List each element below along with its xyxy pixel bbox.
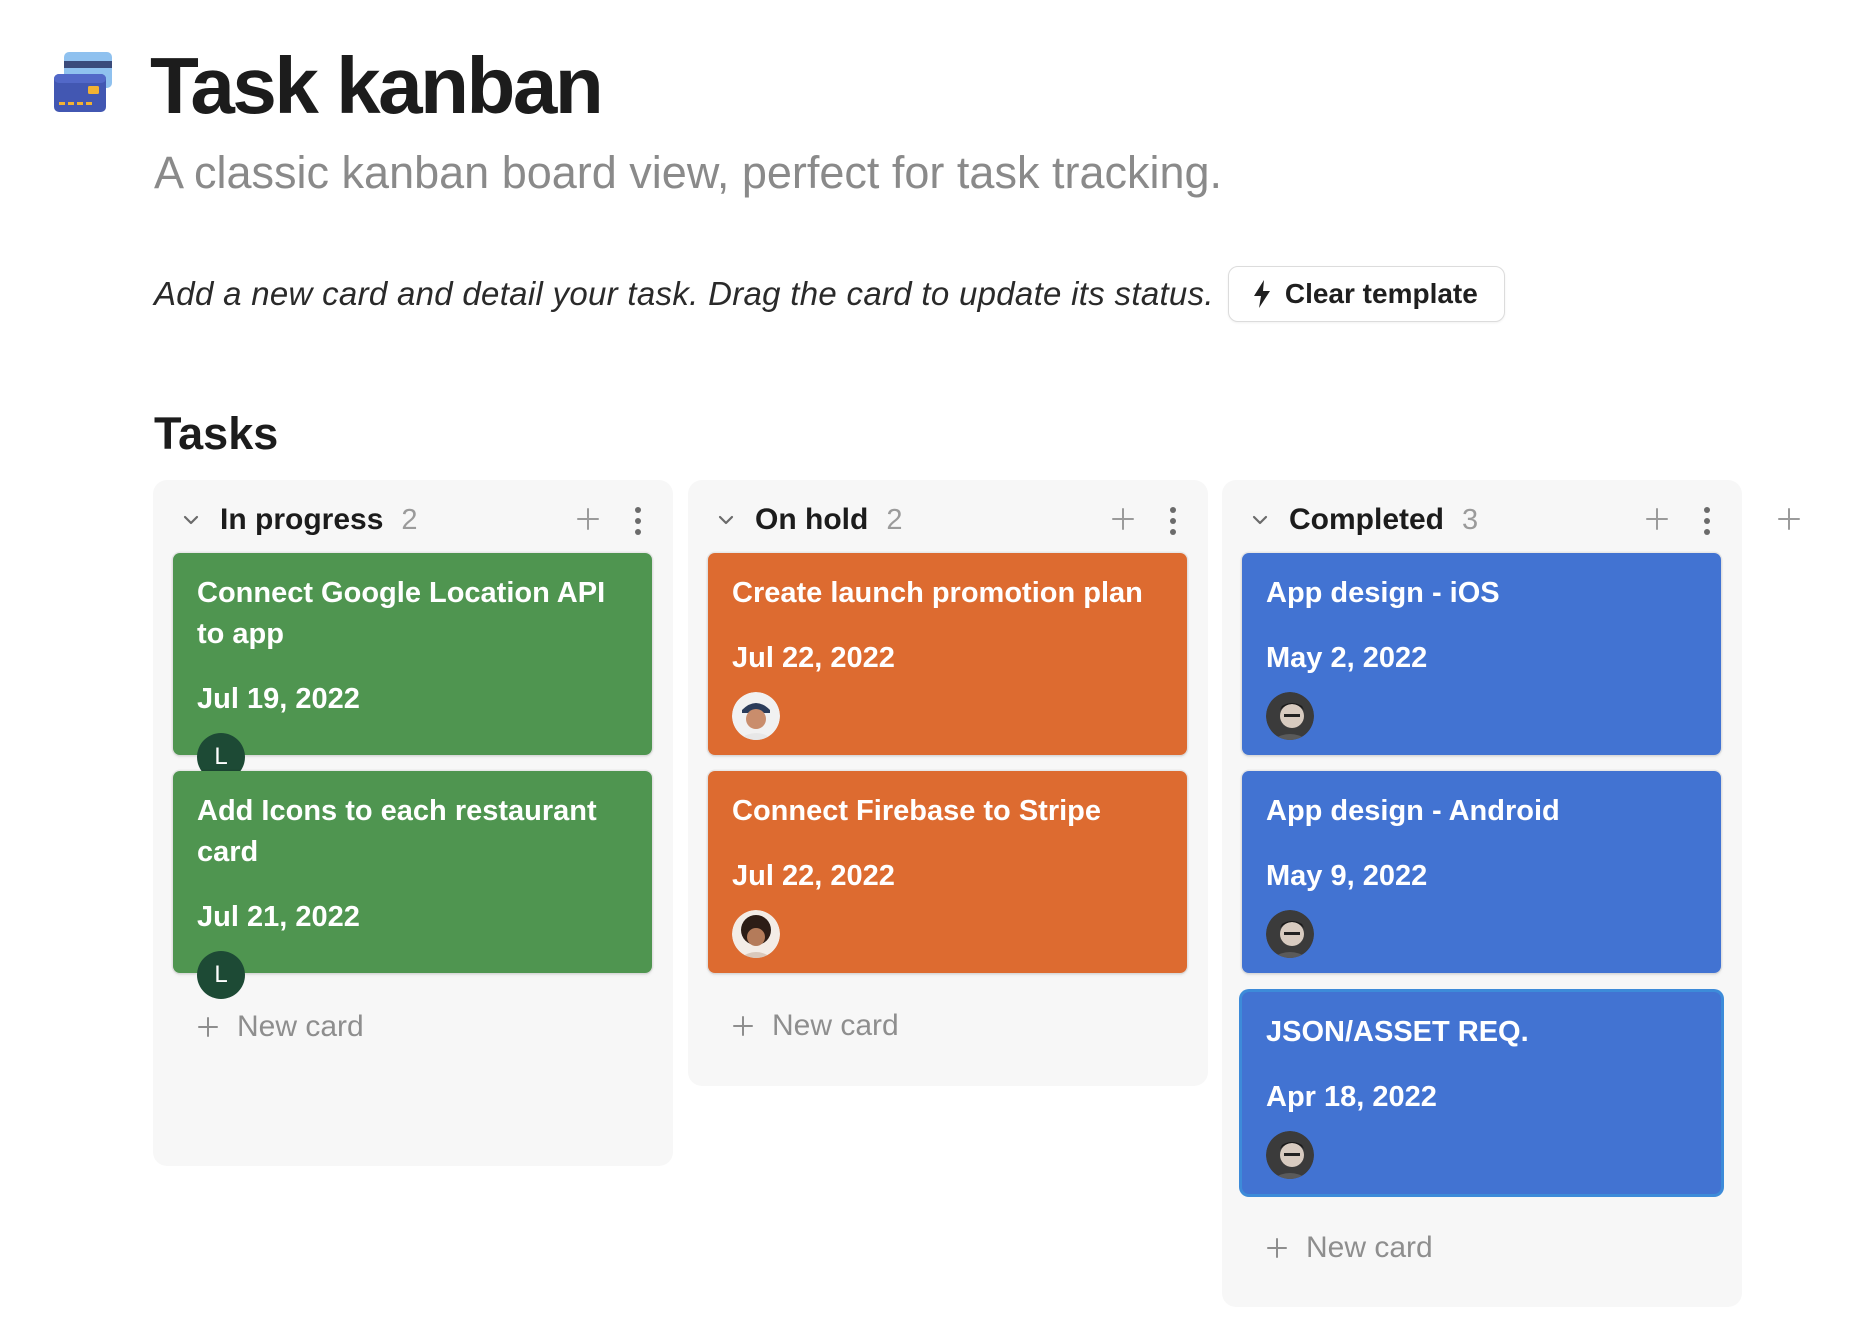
column-count: 2 [401, 504, 418, 536]
plus-icon[interactable] [1110, 506, 1136, 532]
clear-template-label: Clear template [1284, 278, 1478, 309]
card-date: May 9, 2022 [1266, 860, 1428, 892]
card-title: Connect Google Location API to app [197, 577, 606, 650]
add-group-plus-icon[interactable] [1776, 506, 1802, 532]
card-date: May 2, 2022 [1266, 642, 1428, 674]
page-subtitle[interactable]: A classic kanban board view, perfect for… [154, 146, 1222, 200]
card-title: Create launch promotion plan [732, 577, 1143, 609]
column-count: 3 [1462, 504, 1479, 536]
column-header: Completed 3 [1222, 480, 1742, 560]
chevron-down-icon[interactable] [716, 510, 736, 530]
plus-icon[interactable] [575, 506, 601, 532]
card-title: JSON/ASSET REQ. [1266, 1016, 1529, 1048]
card-title: Add Icons to each restaurant card [197, 795, 597, 868]
new-card-button[interactable]: New card [732, 1006, 899, 1046]
task-card[interactable]: Add Icons to each restaurant card Jul 21… [173, 771, 652, 999]
page: Task kanban A classic kanban board view,… [0, 0, 1876, 1322]
card-title: App design - Android [1266, 795, 1560, 827]
new-card-label: New card [237, 1010, 364, 1043]
plus-icon [198, 1017, 218, 1037]
avatar [1266, 910, 1314, 958]
card-date: Jul 22, 2022 [732, 860, 895, 892]
avatar [732, 692, 780, 740]
credit-card-icon [54, 52, 112, 112]
more-vertical-icon[interactable] [1168, 505, 1178, 537]
new-card-label: New card [772, 1009, 899, 1042]
avatar [1266, 1131, 1314, 1179]
task-card[interactable]: App design - Android May 9, 2022 [1242, 771, 1721, 973]
task-card[interactable]: Connect Google Location API to app Jul 1… [173, 553, 652, 781]
chevron-down-icon[interactable] [1250, 510, 1270, 530]
column-name-label: In progress [220, 503, 384, 536]
column-name[interactable]: In progress 2 [220, 500, 418, 540]
plus-icon[interactable] [1644, 506, 1670, 532]
task-card[interactable]: JSON/ASSET REQ. Apr 18, 2022 [1242, 992, 1721, 1194]
plus-icon [733, 1016, 753, 1036]
card-date: Apr 18, 2022 [1266, 1081, 1437, 1113]
column-header: On hold 2 [688, 480, 1208, 560]
instruction-row: Add a new card and detail your task. Dra… [154, 266, 1505, 322]
chevron-down-icon[interactable] [181, 510, 201, 530]
card-date: Jul 19, 2022 [197, 683, 360, 715]
lightning-bolt-icon [1253, 280, 1270, 308]
instruction-text[interactable]: Add a new card and detail your task. Dra… [154, 275, 1214, 313]
avatar [732, 910, 780, 958]
column-on-hold: On hold 2 Create launch promotion plan Ju… [688, 480, 1208, 1086]
new-card-label: New card [1306, 1231, 1433, 1264]
card-date: Jul 22, 2022 [732, 642, 895, 674]
card-title: App design - iOS [1266, 577, 1500, 609]
more-vertical-icon[interactable] [633, 505, 643, 537]
column-name[interactable]: Completed 3 [1289, 500, 1478, 540]
task-card[interactable]: Create launch promotion plan Jul 22, 202… [708, 553, 1187, 755]
column-name-label: On hold [755, 503, 869, 536]
card-title: Connect Firebase to Stripe [732, 795, 1102, 827]
new-card-button[interactable]: New card [197, 1007, 364, 1047]
clear-template-button[interactable]: Clear template [1227, 266, 1505, 322]
new-card-button[interactable]: New card [1266, 1228, 1433, 1268]
column-in-progress: In progress 2 Connect Google Location API… [153, 480, 673, 1166]
board-title[interactable]: Tasks [154, 408, 278, 460]
column-name-label: Completed [1289, 503, 1445, 536]
column-completed: Completed 3 App design - iOS May 2, 2022 … [1222, 480, 1742, 1307]
more-vertical-icon[interactable] [1702, 505, 1712, 537]
column-header: In progress 2 [153, 480, 673, 560]
card-date: Jul 21, 2022 [197, 901, 360, 933]
column-count: 2 [886, 504, 903, 536]
task-card[interactable]: Connect Firebase to Stripe Jul 22, 2022 [708, 771, 1187, 973]
avatar: L [197, 951, 245, 999]
task-card[interactable]: App design - iOS May 2, 2022 [1242, 553, 1721, 755]
avatar [1266, 692, 1314, 740]
page-title[interactable]: Task kanban [150, 38, 604, 134]
plus-icon [1267, 1238, 1287, 1258]
column-name[interactable]: On hold 2 [755, 500, 902, 540]
